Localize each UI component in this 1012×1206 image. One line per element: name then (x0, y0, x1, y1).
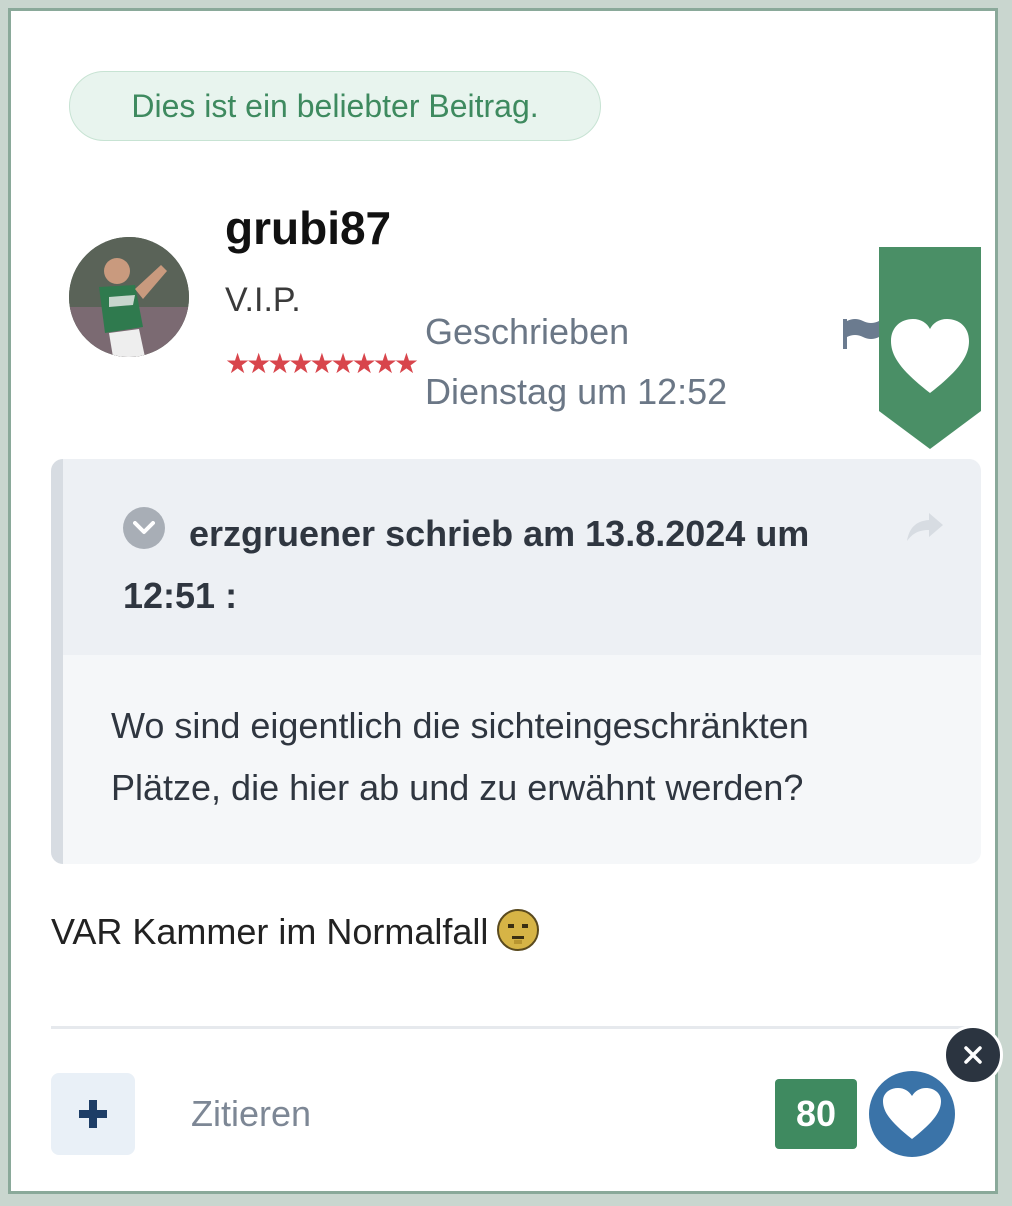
multiquote-button[interactable] (51, 1073, 135, 1155)
rank-stars: ★★★★★★★★★ (225, 348, 419, 379)
share-icon[interactable] (905, 511, 945, 543)
avatar[interactable] (69, 237, 189, 357)
post-text-content: VAR Kammer im Normalfall (51, 911, 489, 952)
heart-icon (883, 1088, 941, 1139)
quote-bar (51, 459, 63, 864)
close-icon (964, 1046, 982, 1064)
like-ribbon[interactable] (879, 247, 981, 449)
emoji-icon (497, 909, 540, 952)
plus-icon (79, 1100, 107, 1128)
post-timestamp[interactable]: Dienstag um 12:52 (425, 371, 727, 413)
username[interactable]: grubi87 (225, 201, 391, 255)
close-button[interactable] (943, 1025, 1003, 1085)
footer-divider (51, 1026, 981, 1029)
quote-author-line: erzgruener schrieb am 13.8.2024 um 12:51… (123, 513, 810, 616)
quote-button[interactable]: Zitieren (191, 1093, 311, 1135)
written-label: Geschrieben (425, 311, 630, 352)
like-button[interactable] (869, 1071, 955, 1157)
quote-block: erzgruener schrieb am 13.8.2024 um 12:51… (51, 459, 981, 864)
post-text: VAR Kammer im Normalfall (51, 909, 540, 956)
like-count[interactable]: 80 (775, 1079, 857, 1149)
flag-icon[interactable] (841, 317, 879, 351)
avatar-image (69, 237, 189, 357)
user-rank: V.I.P. (225, 281, 301, 319)
quote-body: Wo sind eigentlich die sichteingeschränk… (111, 705, 809, 808)
quote-header: erzgruener schrieb am 13.8.2024 um 12:51… (63, 459, 981, 655)
post-card: Dies ist ein beliebter Beitrag. grubi87 … (8, 8, 1003, 1194)
popular-badge: Dies ist ein beliebter Beitrag. (69, 71, 601, 141)
